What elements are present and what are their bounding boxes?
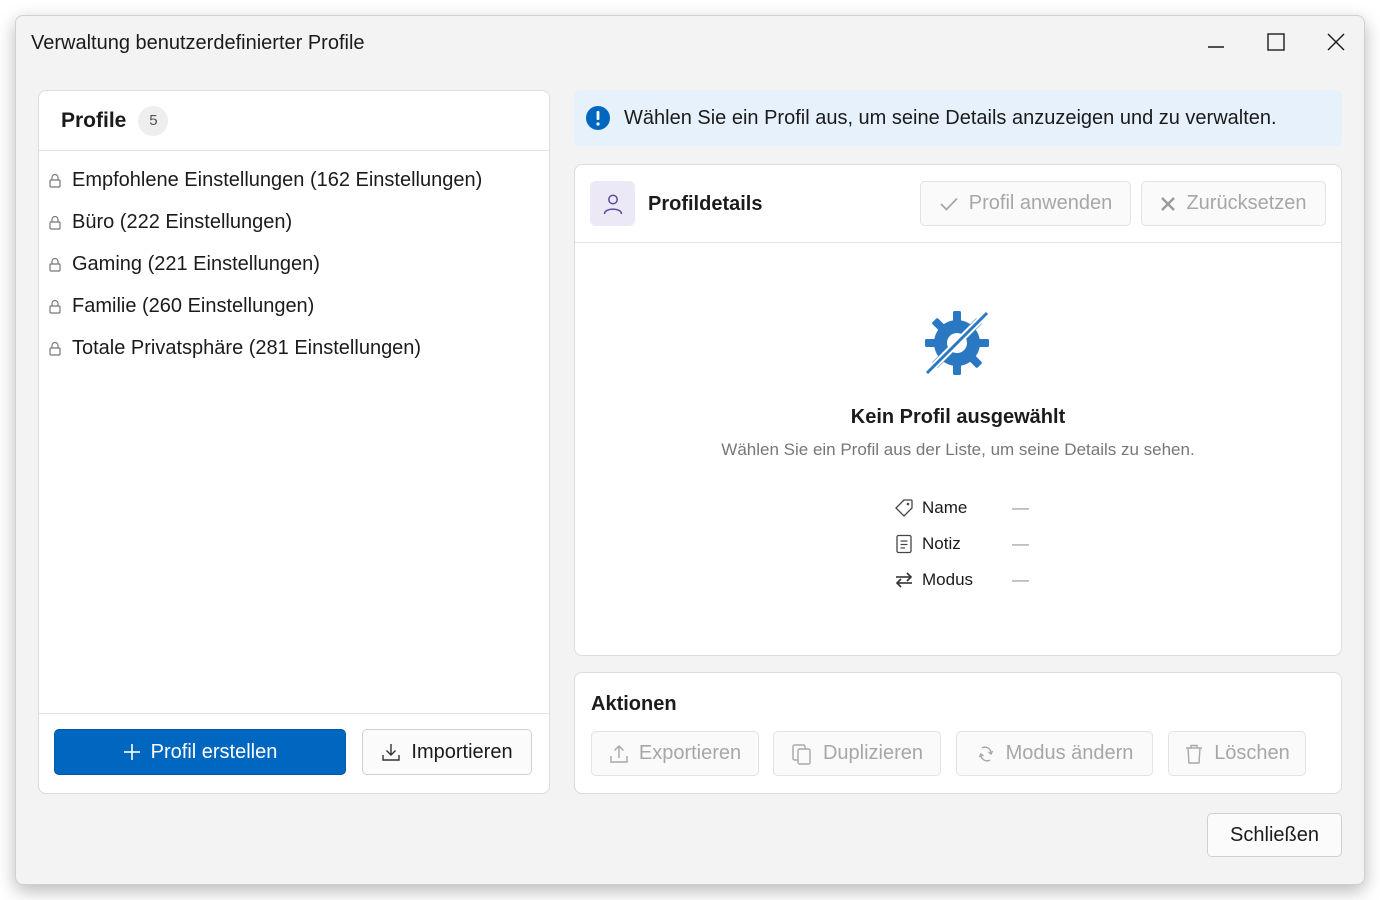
check-icon (939, 196, 959, 212)
info-bar: Wählen Sie ein Profil aus, um seine Deta… (574, 90, 1342, 146)
details-title: Profildetails (648, 193, 763, 215)
field-mode: Modus — (893, 568, 1029, 592)
profile-item-total-privacy[interactable]: Totale Privatsphäre (281 Einstellungen) (39, 327, 549, 369)
apply-profile-label: Profil anwenden (968, 192, 1113, 214)
profile-manager-window: Verwaltung benutzerdefinierter Profile P… (15, 15, 1365, 885)
note-icon (893, 534, 915, 554)
close-window-button[interactable] (1316, 26, 1356, 58)
change-mode-label: Modus ändern (1005, 742, 1134, 764)
trash-icon (1184, 743, 1204, 765)
import-label: Importieren (411, 740, 513, 763)
field-note: Notiz — (893, 532, 1029, 556)
lock-icon (49, 340, 63, 356)
profiles-count-badge: 5 (138, 105, 169, 136)
profile-item-label: Empfohlene Einstellungen (162 Einstellun… (72, 168, 483, 191)
change-mode-button[interactable]: Modus ändern (956, 731, 1153, 776)
field-name: Name — (893, 496, 1029, 520)
empty-state-subtitle: Wählen Sie ein Profil aus der Liste, um … (721, 440, 1195, 459)
empty-state-title: Kein Profil ausgewählt (850, 406, 1066, 428)
window-title: Verwaltung benutzerdefinierter Profile (31, 32, 365, 54)
import-button[interactable]: Importieren (362, 729, 532, 775)
create-profile-label: Profil erstellen (150, 740, 278, 763)
actions-title: Aktionen (591, 693, 677, 715)
duplicate-label: Duplizieren (822, 742, 924, 764)
avatar (590, 181, 635, 226)
profile-item-family[interactable]: Familie (260 Einstellungen) (39, 285, 549, 327)
profile-item-label: Büro (222 Einstellungen) (72, 210, 293, 233)
no-profile-gear-icon (921, 307, 993, 384)
profile-item-gaming[interactable]: Gaming (221 Einstellungen) (39, 243, 549, 285)
profile-details-panel: Profildetails Profil anwenden Zurücksetz… (574, 164, 1342, 656)
field-note-value: — (1012, 534, 1029, 553)
field-name-label: Name (922, 498, 968, 517)
delete-button[interactable]: Löschen (1168, 731, 1306, 776)
field-note-label: Notiz (922, 534, 961, 553)
plus-icon (123, 743, 141, 761)
reset-label: Zurücksetzen (1186, 192, 1307, 214)
delete-label: Löschen (1214, 742, 1290, 764)
close-icon (1327, 33, 1345, 51)
field-name-value: — (1012, 498, 1029, 517)
duplicate-button[interactable]: Duplizieren (773, 731, 941, 776)
profile-list: Empfohlene Einstellungen (162 Einstellun… (39, 151, 549, 369)
apply-profile-button[interactable]: Profil anwenden (920, 181, 1131, 226)
field-mode-value: — (1012, 570, 1029, 589)
export-label: Exportieren (638, 742, 742, 764)
copy-icon (791, 743, 813, 765)
maximize-icon (1267, 33, 1285, 51)
profiles-header: Profile 5 (39, 91, 549, 151)
download-icon (381, 742, 401, 762)
x-icon (1160, 196, 1176, 212)
lock-icon (49, 172, 63, 188)
maximize-button[interactable] (1256, 26, 1296, 58)
tag-icon (893, 498, 915, 518)
lock-icon (49, 214, 63, 230)
upload-icon (609, 744, 629, 764)
swap-icon (893, 571, 915, 589)
title-bar: Verwaltung benutzerdefinierter Profile (16, 16, 1364, 68)
reset-button[interactable]: Zurücksetzen (1141, 181, 1326, 226)
profiles-footer: Profil erstellen Importieren (39, 713, 549, 793)
profiles-title: Profile (61, 108, 127, 132)
info-text: Wählen Sie ein Profil aus, um seine Deta… (624, 106, 1277, 129)
profile-item-label: Gaming (221 Einstellungen) (72, 252, 320, 275)
actions-panel: Aktionen Exportieren Duplizieren Modus ä… (574, 672, 1342, 794)
create-profile-button[interactable]: Profil erstellen (54, 729, 346, 775)
details-header: Profildetails Profil anwenden Zurücksetz… (575, 165, 1341, 243)
close-button-label: Schließen (1230, 823, 1319, 846)
profile-item-label: Totale Privatsphäre (281 Einstellungen) (72, 336, 422, 359)
export-button[interactable]: Exportieren (591, 731, 759, 776)
profile-item-office[interactable]: Büro (222 Einstellungen) (39, 201, 549, 243)
profile-item-recommended[interactable]: Empfohlene Einstellungen (162 Einstellun… (39, 159, 549, 201)
info-icon (586, 106, 610, 130)
profiles-panel: Profile 5 Empfohlene Einstellungen (162 … (38, 90, 550, 794)
field-mode-label: Modus (922, 570, 974, 589)
minimize-button[interactable] (1196, 26, 1236, 58)
user-icon (603, 194, 622, 214)
lock-icon (49, 298, 63, 314)
minimize-icon (1208, 46, 1224, 48)
close-button[interactable]: Schließen (1207, 813, 1342, 857)
profile-item-label: Familie (260 Einstellungen) (72, 294, 315, 317)
mode-switch-icon (976, 744, 996, 764)
lock-icon (49, 256, 63, 272)
